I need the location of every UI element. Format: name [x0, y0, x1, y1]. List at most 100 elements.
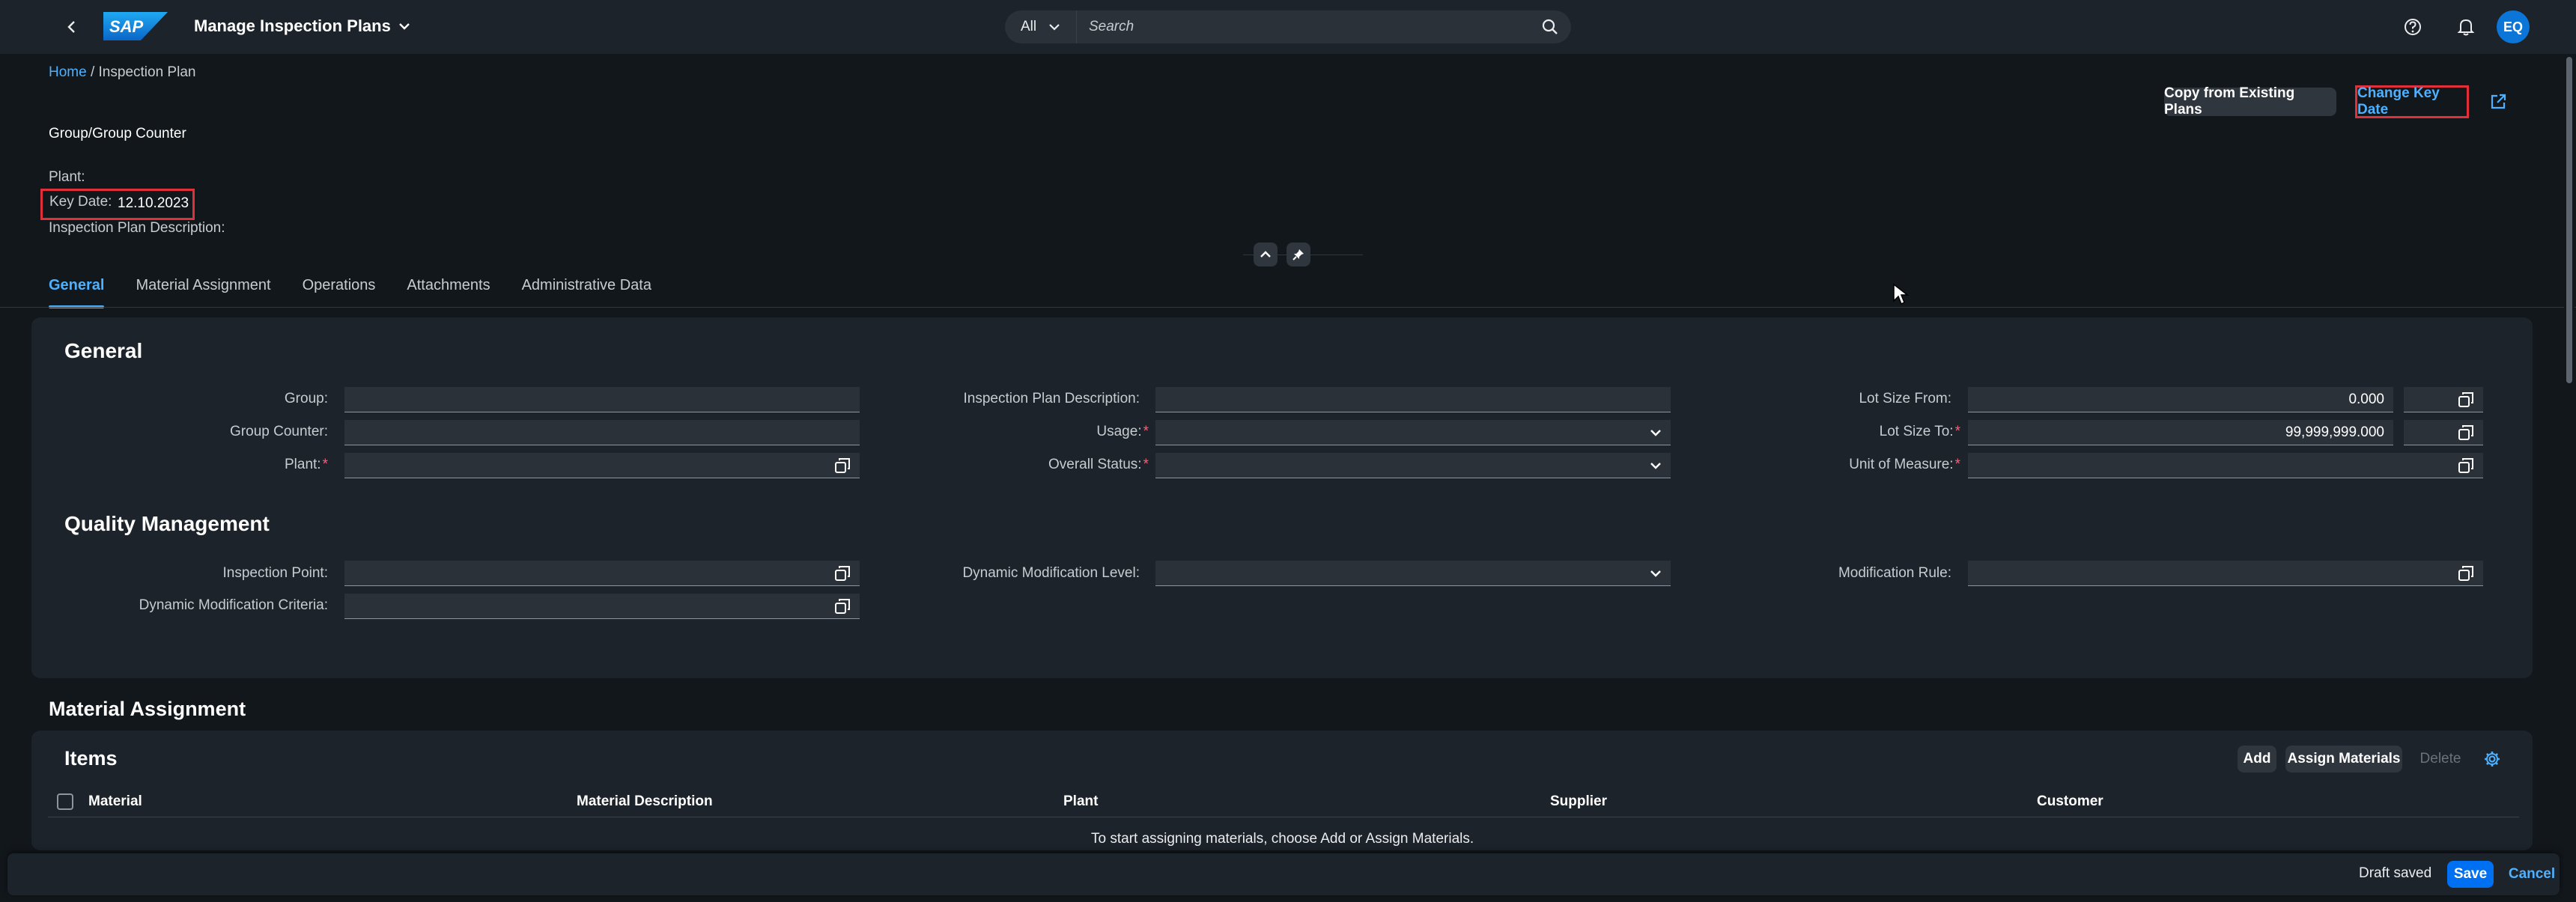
- header-plant-label: Plant:: [49, 169, 85, 185]
- dyn-mod-criteria-input[interactable]: [344, 594, 860, 619]
- scrollbar-thumb[interactable]: [2566, 57, 2572, 383]
- search-input[interactable]: [1077, 10, 1529, 43]
- lot-size-to-input[interactable]: 99,999,999.000: [1968, 420, 2393, 445]
- key-date-label: Key Date:: [49, 194, 112, 210]
- column-header-plant[interactable]: Plant: [1063, 793, 1098, 810]
- material-assignment-title: Material Assignment: [49, 698, 246, 720]
- search-icon[interactable]: [1529, 10, 1571, 43]
- bell-icon[interactable]: [2454, 15, 2478, 39]
- cancel-button[interactable]: Cancel: [2506, 861, 2558, 888]
- draft-status: Draft saved: [2359, 865, 2432, 881]
- tab-attachments[interactable]: Attachments: [407, 277, 490, 310]
- mouse-cursor-icon: [1892, 283, 1910, 309]
- mod-rule-input[interactable]: [1968, 561, 2483, 586]
- footer-toolbar: [7, 853, 2560, 895]
- mod-rule-label: Modification Rule:: [1838, 565, 1951, 581]
- pin-header-button[interactable]: [1287, 243, 1310, 266]
- avatar[interactable]: EQ: [2497, 10, 2530, 43]
- app-title: Manage Inspection Plans: [194, 16, 391, 35]
- value-help-icon[interactable]: [834, 565, 851, 582]
- key-date-value: 12.10.2023: [118, 195, 189, 211]
- sap-logo[interactable]: SAP: [103, 12, 168, 40]
- column-header-material[interactable]: Material: [88, 793, 142, 810]
- value-help-icon[interactable]: [834, 598, 851, 615]
- value-help-icon[interactable]: [2458, 457, 2474, 474]
- tab-divider: [0, 307, 2576, 308]
- tab-operations[interactable]: Operations: [303, 277, 376, 310]
- chevron-down-icon: [1650, 569, 1662, 578]
- select-all-checkbox[interactable]: [57, 793, 73, 810]
- group-counter-label: Group/Group Counter: [49, 126, 186, 141]
- search-scope-select[interactable]: All: [1005, 10, 1077, 43]
- lot-size-to-unit-input[interactable]: [2404, 420, 2483, 445]
- search-scope-value: All: [1020, 19, 1037, 34]
- chevron-up-icon: [1260, 251, 1271, 258]
- chevron-down-icon: [398, 23, 410, 30]
- tab-general[interactable]: General: [49, 277, 105, 310]
- lot-size-from-input[interactable]: 0.000: [1968, 387, 2393, 412]
- plant-input[interactable]: [344, 453, 860, 478]
- column-header-customer[interactable]: Customer: [2037, 793, 2103, 810]
- breadcrumb-current: Inspection Plan: [98, 64, 196, 80]
- back-arrow-icon[interactable]: [60, 15, 84, 39]
- collapse-header-button[interactable]: [1254, 243, 1278, 266]
- search-bar: All: [1005, 10, 1571, 43]
- shell-bar: SAP Manage Inspection Plans All EQ: [0, 0, 2576, 54]
- value-help-icon[interactable]: [834, 457, 851, 474]
- group-counter-field-label: Group Counter:: [230, 424, 328, 439]
- description-field-label: Inspection Plan Description:: [963, 391, 1140, 406]
- change-key-date-button[interactable]: Change Key Date: [2355, 85, 2469, 118]
- overall-status-field-label: Overall Status: *: [1048, 457, 1149, 472]
- quality-section-title: Quality Management: [64, 512, 270, 535]
- dyn-mod-level-select[interactable]: [1155, 561, 1671, 586]
- description-input[interactable]: [1155, 387, 1671, 412]
- uom-input[interactable]: [1968, 453, 2483, 478]
- lot-size-from-value: 0.000: [2348, 391, 2384, 407]
- copy-from-existing-plans-button[interactable]: Copy from Existing Plans: [2164, 85, 2336, 118]
- tab-bar: General Material Assignment Operations A…: [49, 277, 683, 310]
- value-help-icon[interactable]: [2458, 565, 2474, 582]
- assign-materials-button[interactable]: Assign Materials: [2285, 746, 2402, 773]
- plant-field-label: Plant: *: [285, 457, 328, 472]
- lot-size-to-value: 99,999,999.000: [2285, 424, 2384, 440]
- uom-label: Unit of Measure: *: [1849, 457, 1960, 472]
- general-section-card: [31, 317, 2533, 678]
- dyn-mod-criteria-label: Dynamic Modification Criteria:: [139, 597, 328, 613]
- group-counter-input[interactable]: [344, 420, 860, 445]
- tab-material-assignment[interactable]: Material Assignment: [136, 277, 270, 310]
- value-help-icon[interactable]: [2458, 424, 2474, 441]
- overall-status-select[interactable]: [1155, 453, 1671, 478]
- column-header-material-description[interactable]: Material Description: [577, 793, 713, 810]
- value-help-icon[interactable]: [2458, 391, 2474, 408]
- tab-administrative-data[interactable]: Administrative Data: [522, 277, 651, 310]
- delete-button[interactable]: Delete: [2413, 746, 2468, 773]
- inspection-point-input[interactable]: [344, 561, 860, 586]
- items-table-header: Material Material Description Plant Supp…: [48, 786, 2519, 817]
- usage-field-label: Usage: *: [1096, 424, 1149, 439]
- app-title-menu[interactable]: Manage Inspection Plans: [194, 16, 410, 36]
- group-input[interactable]: [344, 387, 860, 412]
- chevron-down-icon: [1049, 24, 1060, 31]
- dyn-mod-level-label: Dynamic Modification Level:: [962, 565, 1140, 581]
- items-title: Items: [64, 747, 118, 770]
- gear-icon[interactable]: [2480, 747, 2504, 771]
- add-button[interactable]: Add: [2238, 746, 2276, 773]
- column-header-supplier[interactable]: Supplier: [1550, 793, 1607, 810]
- chevron-down-icon: [1650, 428, 1662, 437]
- share-icon[interactable]: [2486, 90, 2510, 114]
- lot-size-from-label: Lot Size From:: [1859, 391, 1951, 406]
- help-icon[interactable]: [2401, 15, 2425, 39]
- header-description-label: Inspection Plan Description:: [49, 220, 225, 236]
- breadcrumb-separator: /: [86, 64, 99, 80]
- lot-size-to-label: Lot Size To: *: [1879, 424, 1960, 439]
- group-label: Group:: [284, 391, 328, 406]
- chevron-down-icon: [1650, 461, 1662, 470]
- lot-size-from-unit-input[interactable]: [2404, 387, 2483, 412]
- general-section-title: General: [64, 339, 143, 362]
- breadcrumb-home-link[interactable]: Home: [49, 64, 87, 80]
- inspection-point-label: Inspection Point:: [222, 565, 328, 581]
- save-button[interactable]: Save: [2447, 861, 2494, 888]
- breadcrumb: Home / Inspection Plan: [49, 64, 195, 81]
- usage-select[interactable]: [1155, 420, 1671, 445]
- pin-icon: [1292, 249, 1304, 260]
